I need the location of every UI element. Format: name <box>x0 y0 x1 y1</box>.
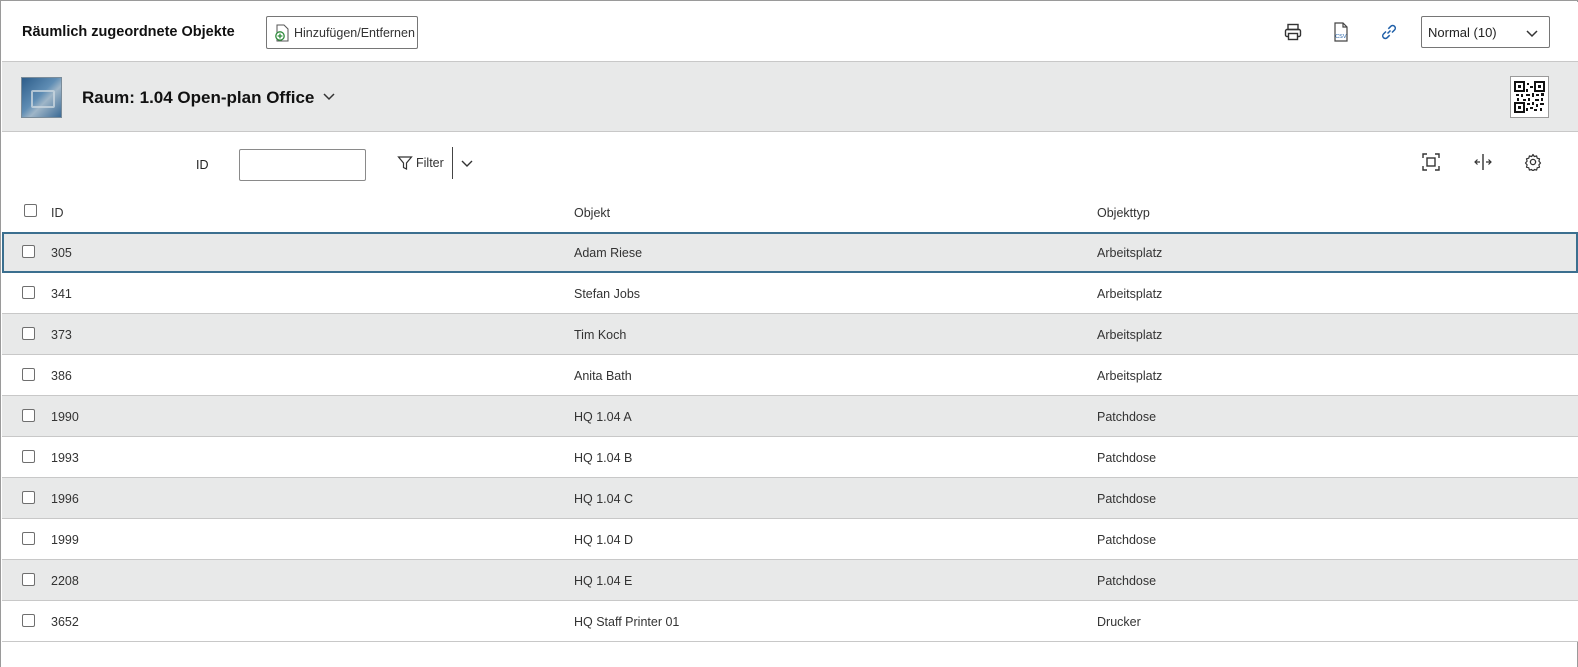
row-checkbox[interactable] <box>22 327 35 340</box>
cell-objekt: HQ 1.04 A <box>574 410 632 424</box>
cell-objekttyp: Patchdose <box>1097 492 1157 506</box>
cell-objekt: HQ 1.04 D <box>574 533 634 547</box>
cell-objekttyp: Patchdose <box>1097 574 1157 588</box>
qr-code-icon[interactable] <box>1510 76 1549 118</box>
table-body: 305 Adam Riese Arbeitsplatz 341 Stefan Jobs A… <box>2 232 1578 642</box>
column-header-objekttyp[interactable]: Objekttyp <box>1097 206 1150 220</box>
csv-export-icon[interactable]: CSV <box>1330 21 1352 43</box>
cell-objekt: HQ Staff Printer 01 <box>574 615 680 629</box>
add-remove-button[interactable]: Hinzufügen/Entfernen <box>266 16 418 49</box>
funnel-icon <box>397 156 413 170</box>
row-checkbox[interactable] <box>22 532 35 545</box>
divider <box>452 147 453 179</box>
fit-screen-icon[interactable] <box>1421 152 1441 172</box>
cell-objekt: Anita Bath <box>574 369 632 383</box>
object-header: Raum: 1.04 Open-plan Office <box>2 61 1578 132</box>
table-row[interactable]: 1996 HQ 1.04 C Patchdose <box>2 478 1578 519</box>
table-row[interactable]: 305 Adam Riese Arbeitsplatz <box>2 232 1578 273</box>
table-row[interactable]: 3652 HQ Staff Printer 01 Drucker <box>2 601 1578 642</box>
table-row[interactable]: 386 Anita Bath Arbeitsplatz <box>2 355 1578 396</box>
page-size-value: Normal (10) <box>1428 24 1497 40</box>
row-checkbox[interactable] <box>22 409 35 422</box>
cell-objekttyp: Arbeitsplatz <box>1097 369 1163 383</box>
cell-id: 386 <box>51 369 72 383</box>
row-checkbox[interactable] <box>22 573 35 586</box>
id-filter-input[interactable] <box>239 149 366 181</box>
cell-id: 3652 <box>51 615 79 629</box>
cell-id: 1996 <box>51 492 79 506</box>
filter-label: Filter <box>416 156 444 170</box>
printer-icon[interactable] <box>1282 21 1304 43</box>
cell-objekttyp: Patchdose <box>1097 533 1157 547</box>
cell-objekttyp: Arbeitsplatz <box>1097 287 1163 301</box>
column-header-id[interactable]: ID <box>51 206 64 220</box>
cell-objekttyp: Drucker <box>1097 615 1141 629</box>
table-row[interactable]: 2208 HQ 1.04 E Patchdose <box>2 560 1578 601</box>
csv-text: CSV <box>1335 34 1347 40</box>
filter-bar: ID Filter <box>2 132 1578 192</box>
cell-id: 341 <box>51 287 72 301</box>
cell-objekttyp: Arbeitsplatz <box>1097 246 1163 260</box>
page-size-select[interactable]: Normal (10) <box>1421 16 1550 48</box>
table-row[interactable]: 1990 HQ 1.04 A Patchdose <box>2 396 1578 437</box>
row-checkbox[interactable] <box>22 614 35 627</box>
row-checkbox[interactable] <box>22 368 35 381</box>
cell-objekt: HQ 1.04 C <box>574 492 634 506</box>
cell-id: 1990 <box>51 410 79 424</box>
chevron-down-icon[interactable] <box>460 156 474 170</box>
link-icon[interactable] <box>1378 21 1400 43</box>
cell-objekttyp: Patchdose <box>1097 410 1157 424</box>
row-checkbox[interactable] <box>22 245 35 258</box>
row-checkbox[interactable] <box>22 286 35 299</box>
cell-id: 305 <box>51 246 72 260</box>
cell-objekttyp: Patchdose <box>1097 451 1157 465</box>
room-thumbnail <box>21 77 62 118</box>
id-filter-label: ID <box>196 158 209 172</box>
cell-id: 2208 <box>51 574 79 588</box>
table-row[interactable]: 341 Stefan Jobs Arbeitsplatz <box>2 273 1578 314</box>
app-frame: Räumlich zugeordnete Objekte Hinzufügen/… <box>0 0 1578 667</box>
gear-icon[interactable] <box>1523 152 1543 172</box>
chevron-down-icon <box>1526 30 1538 38</box>
top-toolbar: Räumlich zugeordnete Objekte Hinzufügen/… <box>2 2 1578 61</box>
cell-objekt: HQ 1.04 E <box>574 574 633 588</box>
filter-button[interactable]: Filter <box>397 152 444 174</box>
table-header: ID Objekt Objekttyp <box>2 192 1578 232</box>
cell-id: 1999 <box>51 533 79 547</box>
row-checkbox[interactable] <box>22 491 35 504</box>
page-title: Räumlich zugeordnete Objekte <box>22 24 235 40</box>
chevron-down-icon[interactable] <box>322 89 336 103</box>
table-row[interactable]: 373 Tim Koch Arbeitsplatz <box>2 314 1578 355</box>
object-title: Raum: 1.04 Open-plan Office <box>82 88 315 107</box>
cell-id: 373 <box>51 328 72 342</box>
cell-objekt: Adam Riese <box>574 246 643 260</box>
table-row[interactable]: 1999 HQ 1.04 D Patchdose <box>2 519 1578 560</box>
column-resize-icon[interactable] <box>1473 152 1493 172</box>
cell-id: 1993 <box>51 451 79 465</box>
cell-objekt: Stefan Jobs <box>574 287 641 301</box>
add-circle-icon <box>275 24 289 41</box>
table-row[interactable]: 1993 HQ 1.04 B Patchdose <box>2 437 1578 478</box>
column-header-objekt[interactable]: Objekt <box>574 206 610 220</box>
cell-objekt: HQ 1.04 B <box>574 451 633 465</box>
objects-table: ID Objekt Objekttyp 305 Adam Riese Arbeits… <box>2 192 1578 642</box>
cell-objekttyp: Arbeitsplatz <box>1097 328 1163 342</box>
select-all-checkbox[interactable] <box>24 204 37 217</box>
row-checkbox[interactable] <box>22 450 35 463</box>
add-remove-label: Hinzufügen/Entfernen <box>294 25 415 40</box>
cell-objekt: Tim Koch <box>574 328 627 342</box>
